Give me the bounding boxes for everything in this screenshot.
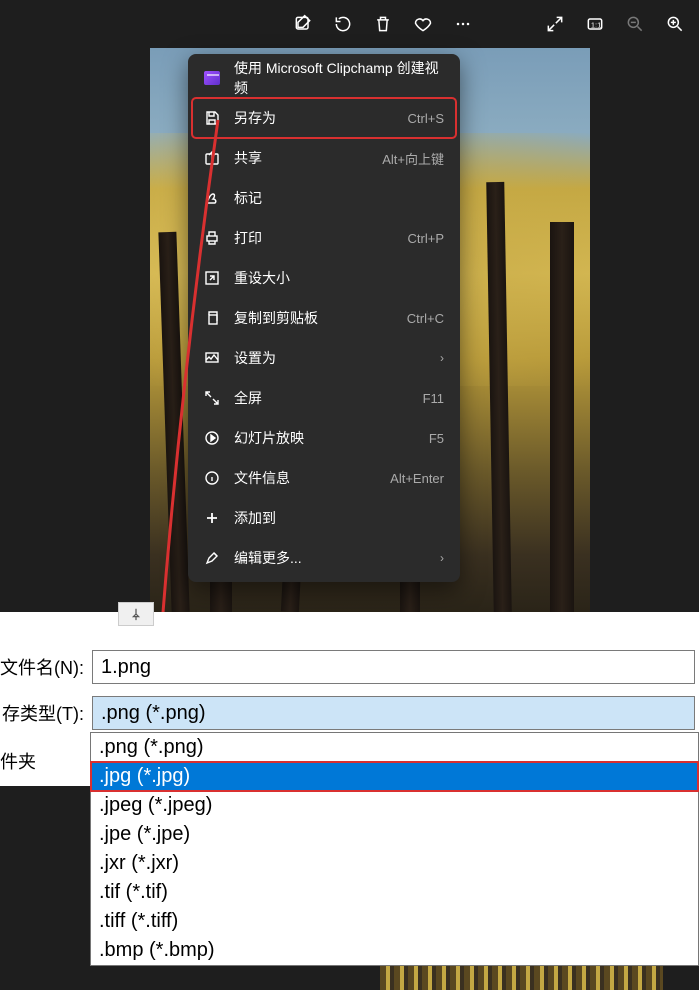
menu-save-as[interactable]: 另存为 Ctrl+S <box>192 98 456 138</box>
plus-icon <box>204 510 220 526</box>
menu-shortcut: Alt+向上键 <box>382 149 444 168</box>
menu-shortcut: F11 <box>423 391 444 406</box>
share-icon <box>204 150 220 166</box>
clipchamp-icon <box>204 70 220 86</box>
menu-label: 编辑更多... <box>234 548 440 568</box>
menu-shortcut: F5 <box>429 431 444 446</box>
menu-markup[interactable]: 标记 <box>192 178 456 218</box>
menu-add-to[interactable]: 添加到 <box>192 498 456 538</box>
menu-label: 设置为 <box>234 348 440 368</box>
save-as-dialog: 文件名(N): 存类型(T): .png (*.png) 件夹 .png (*.… <box>0 612 699 786</box>
resize-icon <box>204 270 220 286</box>
rotate-icon[interactable] <box>329 10 357 38</box>
pin-icon[interactable] <box>118 602 154 626</box>
menu-slideshow[interactable]: 幻灯片放映 F5 <box>192 418 456 458</box>
menu-set-as[interactable]: 设置为 › <box>192 338 456 378</box>
save-icon <box>204 110 220 126</box>
filename-row: 文件名(N): <box>0 644 699 690</box>
thumbnail-strip[interactable] <box>380 966 663 990</box>
menu-label: 复制到剪贴板 <box>234 308 407 328</box>
menu-shortcut: Ctrl+S <box>408 111 444 126</box>
zoom-out-icon[interactable] <box>621 10 649 38</box>
menu-fullscreen[interactable]: 全屏 F11 <box>192 378 456 418</box>
filetype-select[interactable]: .png (*.png) <box>92 696 695 730</box>
menu-label: 共享 <box>234 148 382 168</box>
menu-clipchamp[interactable]: 使用 Microsoft Clipchamp 创建视频 <box>192 58 456 98</box>
filetype-option-jpeg[interactable]: .jpeg (*.jpeg) <box>91 791 698 820</box>
menu-shortcut: Ctrl+C <box>407 311 444 326</box>
favorite-icon[interactable] <box>409 10 437 38</box>
menu-label: 添加到 <box>234 508 444 528</box>
more-icon[interactable] <box>449 10 477 38</box>
actual-size-icon[interactable]: 1:1 <box>581 10 609 38</box>
menu-label: 标记 <box>234 188 444 208</box>
play-icon <box>204 430 220 446</box>
filetype-option-bmp[interactable]: .bmp (*.bmp) <box>91 936 698 965</box>
chevron-right-icon: › <box>440 551 444 565</box>
delete-icon[interactable] <box>369 10 397 38</box>
menu-label: 重设大小 <box>234 268 444 288</box>
menu-label: 打印 <box>234 228 408 248</box>
filetype-dropdown: .png (*.png) .jpg (*.jpg) .jpeg (*.jpeg)… <box>90 732 699 966</box>
edit-icon[interactable] <box>289 10 317 38</box>
filetype-option-tiff[interactable]: .tiff (*.tiff) <box>91 907 698 936</box>
browse-folder[interactable]: 件夹 <box>0 736 92 786</box>
filetype-label: 存类型(T): <box>0 700 92 726</box>
fullscreen-icon[interactable] <box>541 10 569 38</box>
menu-label: 文件信息 <box>234 468 390 488</box>
filetype-option-jpg[interactable]: .jpg (*.jpg) <box>91 762 698 791</box>
menu-print[interactable]: 打印 Ctrl+P <box>192 218 456 258</box>
filename-input[interactable] <box>92 650 695 684</box>
menu-label: 幻灯片放映 <box>234 428 429 448</box>
menu-shortcut: Ctrl+P <box>408 231 444 246</box>
photo-viewer-toolbar: 1:1 <box>289 10 689 38</box>
copy-icon <box>204 310 220 326</box>
filetype-option-jpe[interactable]: .jpe (*.jpe) <box>91 820 698 849</box>
menu-edit-more[interactable]: 编辑更多... › <box>192 538 456 578</box>
set-as-icon <box>204 350 220 366</box>
menu-copy[interactable]: 复制到剪贴板 Ctrl+C <box>192 298 456 338</box>
menu-resize[interactable]: 重设大小 <box>192 258 456 298</box>
chevron-right-icon: › <box>440 351 444 365</box>
menu-file-info[interactable]: 文件信息 Alt+Enter <box>192 458 456 498</box>
filename-label: 文件名(N): <box>0 654 92 680</box>
filetype-option-png[interactable]: .png (*.png) <box>91 733 698 762</box>
filetype-value: .png (*.png) <box>101 702 206 725</box>
menu-shortcut: Alt+Enter <box>390 471 444 486</box>
zoom-in-icon[interactable] <box>661 10 689 38</box>
menu-label: 使用 Microsoft Clipchamp 创建视频 <box>234 58 444 98</box>
filetype-option-tif[interactable]: .tif (*.tif) <box>91 878 698 907</box>
info-icon <box>204 470 220 486</box>
print-icon <box>204 230 220 246</box>
menu-share[interactable]: 共享 Alt+向上键 <box>192 138 456 178</box>
markup-icon <box>204 190 220 206</box>
expand-icon <box>204 390 220 406</box>
menu-label: 另存为 <box>234 108 408 128</box>
edit-more-icon <box>204 550 220 566</box>
menu-label: 全屏 <box>234 388 423 408</box>
svg-text:1:1: 1:1 <box>591 20 601 29</box>
filetype-row: 存类型(T): .png (*.png) <box>0 690 699 736</box>
context-menu: 使用 Microsoft Clipchamp 创建视频 另存为 Ctrl+S 共… <box>188 54 460 582</box>
filetype-option-jxr[interactable]: .jxr (*.jxr) <box>91 849 698 878</box>
